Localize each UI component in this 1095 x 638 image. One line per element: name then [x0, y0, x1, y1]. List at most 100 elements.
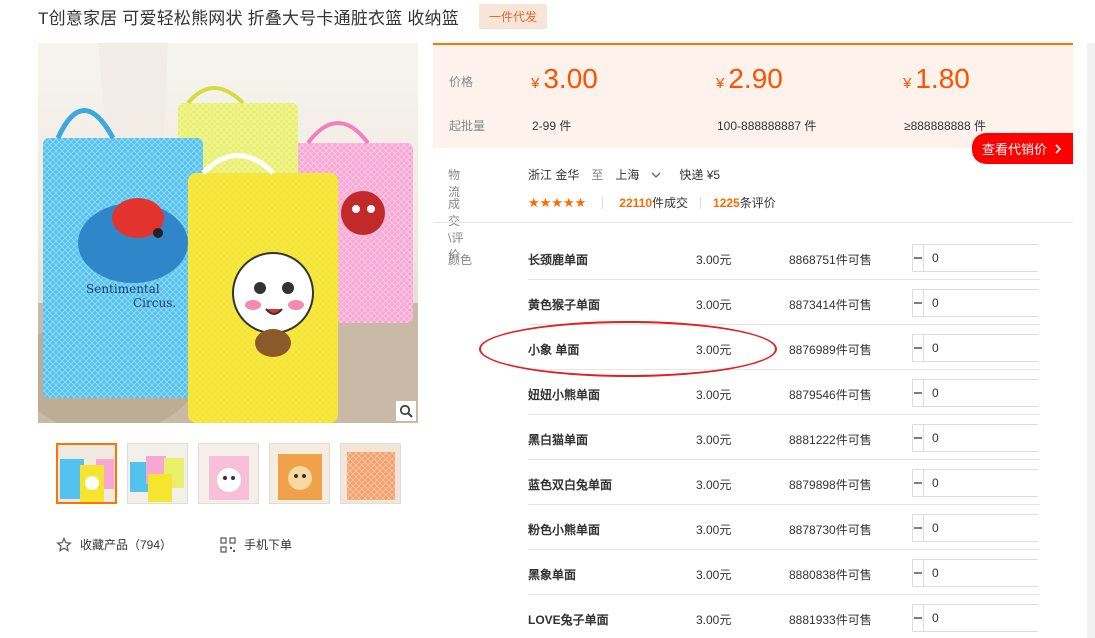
- view-agent-price-button[interactable]: 查看代销价: [972, 133, 1073, 164]
- sku-stock: 8879546件可售: [789, 388, 872, 402]
- scrollbar[interactable]: [1087, 43, 1095, 638]
- reviews-count[interactable]: 1225: [713, 196, 740, 210]
- sku-name: 蓝色双白兔单面: [528, 478, 613, 492]
- main-product-image[interactable]: Sentimental Circus.: [38, 43, 418, 423]
- thumbnail-2[interactable]: [127, 443, 188, 504]
- quantity-stepper: [912, 379, 1095, 407]
- sku-price: 3.00元: [696, 478, 732, 492]
- quantity-stepper: [912, 334, 1095, 362]
- decrement-button[interactable]: [913, 560, 924, 586]
- favorite-button[interactable]: 收藏产品（794）: [56, 536, 172, 553]
- range-tier-1: 2-99 件: [532, 119, 572, 133]
- quantity-input[interactable]: [924, 515, 1087, 541]
- decrement-button[interactable]: [913, 425, 924, 451]
- quantity-input[interactable]: [924, 470, 1087, 496]
- shipping-fee: 快递 ¥5: [679, 168, 721, 182]
- quantity-input[interactable]: [924, 335, 1087, 361]
- sku-stock: 8880838件可售: [789, 568, 872, 582]
- sku-name: 小象 单面: [528, 343, 580, 357]
- rating-stars: ★★★★★: [528, 194, 587, 210]
- thumbnail-5[interactable]: [340, 443, 401, 504]
- destination-select[interactable]: 上海: [615, 166, 661, 183]
- sku-name: 黄色猴子单面: [528, 298, 601, 312]
- quantity-stepper: [912, 289, 1095, 317]
- favorite-label: 收藏产品（794）: [80, 538, 173, 552]
- deals-count[interactable]: 22110: [619, 196, 652, 210]
- dropship-badge: 一件代发: [478, 3, 547, 29]
- reviews-suffix: 条评价: [739, 196, 776, 210]
- quantity-input[interactable]: [924, 560, 1087, 586]
- thumbnail-3[interactable]: [198, 443, 259, 504]
- thumbnail-image: [341, 444, 400, 503]
- thumbnail-image: [270, 444, 329, 503]
- price-label: 价格: [449, 75, 474, 89]
- sku-stock: 8878730件可售: [789, 523, 872, 537]
- quantity-input[interactable]: [924, 245, 1087, 271]
- decrement-button[interactable]: [913, 470, 924, 496]
- thumbnail-strip: [56, 443, 401, 504]
- sku-price: 3.00元: [696, 388, 732, 402]
- sku-row: 蓝色双白兔单面 3.00元 8879898件可售: [528, 460, 1095, 505]
- sku-name: 妞妞小熊单面: [528, 388, 601, 402]
- decrement-button[interactable]: [913, 515, 924, 541]
- decrement-button[interactable]: [913, 290, 924, 316]
- quantity-input[interactable]: [924, 290, 1087, 316]
- sku-name: 黑白猫单面: [528, 433, 589, 447]
- sku-price: 3.00元: [696, 613, 732, 627]
- thumbnail-image: [58, 445, 115, 502]
- price-tier-2: ¥2.90: [716, 63, 783, 94]
- quantity-stepper: [912, 469, 1095, 497]
- minus-icon: [914, 572, 922, 574]
- divider: [602, 196, 604, 209]
- sku-price: 3.00元: [696, 298, 732, 312]
- price-panel: 价格 起批量 ¥3.00 ¥2.90 ¥1.80 2-99 件 100-8888…: [433, 43, 1073, 164]
- destination-text: 上海: [615, 168, 640, 182]
- thumbnail-4[interactable]: [269, 443, 330, 504]
- price-tier-3: ¥1.80: [903, 63, 970, 94]
- mobile-order-button[interactable]: 手机下单: [220, 536, 292, 553]
- sku-row: 小象 单面 3.00元 8876989件可售: [528, 325, 1095, 370]
- zoom-button[interactable]: [396, 401, 416, 421]
- decrement-button[interactable]: [913, 245, 924, 271]
- sku-row: 黑象单面 3.00元 8880838件可售: [528, 550, 1095, 595]
- quantity-stepper: [912, 424, 1095, 452]
- thumbnail-1[interactable]: [56, 443, 117, 504]
- sku-name: 长颈鹿单面: [528, 253, 589, 267]
- chevron-right-icon: [1055, 143, 1062, 154]
- quantity-input[interactable]: [924, 605, 1087, 631]
- magnifier-icon: [399, 404, 413, 418]
- product-actions: 收藏产品（794） 手机下单: [56, 536, 292, 553]
- sku-row: 黄色猴子单面 3.00元 8873414件可售: [528, 280, 1095, 325]
- star-outline-icon: [56, 536, 72, 552]
- minus-icon: [914, 392, 922, 394]
- color-label: 颜色: [448, 253, 473, 267]
- quantity-input[interactable]: [924, 425, 1087, 451]
- range-tier-2: 100-888888887 件: [717, 119, 817, 133]
- thumbnail-image: [128, 444, 187, 503]
- minus-icon: [914, 437, 922, 439]
- range-tier-3: ≥888888888 件: [904, 119, 986, 133]
- svg-text:Sentimental: Sentimental: [86, 282, 160, 296]
- svg-text:Circus.: Circus.: [133, 296, 176, 310]
- sku-price: 3.00元: [696, 343, 732, 357]
- sku-stock: 8879898件可售: [789, 478, 872, 492]
- quantity-stepper: [912, 559, 1095, 587]
- quantity-input[interactable]: [924, 380, 1087, 406]
- decrement-button[interactable]: [913, 335, 924, 361]
- title-row: T创意家居 可爱轻松熊网状 折叠大号卡通脏衣篮 收纳篮 一件代发: [38, 3, 547, 29]
- sku-price: 3.00元: [696, 253, 732, 267]
- sku-stock: 8868751件可售: [789, 253, 872, 267]
- sku-price: 3.00元: [696, 433, 732, 447]
- sku-row: 粉色小熊单面 3.00元 8878730件可售: [528, 505, 1095, 550]
- minus-icon: [914, 257, 922, 259]
- chevron-down-icon: [651, 172, 661, 178]
- origin-text: 浙江 金华: [528, 168, 580, 182]
- product-photo: Sentimental Circus.: [38, 43, 418, 423]
- decrement-button[interactable]: [913, 605, 924, 631]
- quantity-stepper: [912, 514, 1095, 542]
- quantity-stepper: [912, 604, 1095, 632]
- divider: [700, 196, 702, 209]
- decrement-button[interactable]: [913, 380, 924, 406]
- sku-list: 长颈鹿单面 3.00元 8868751件可售黄色猴子单面 3.00元 8873414件可…: [528, 235, 1095, 638]
- price-tier-1: ¥3.00: [531, 63, 598, 94]
